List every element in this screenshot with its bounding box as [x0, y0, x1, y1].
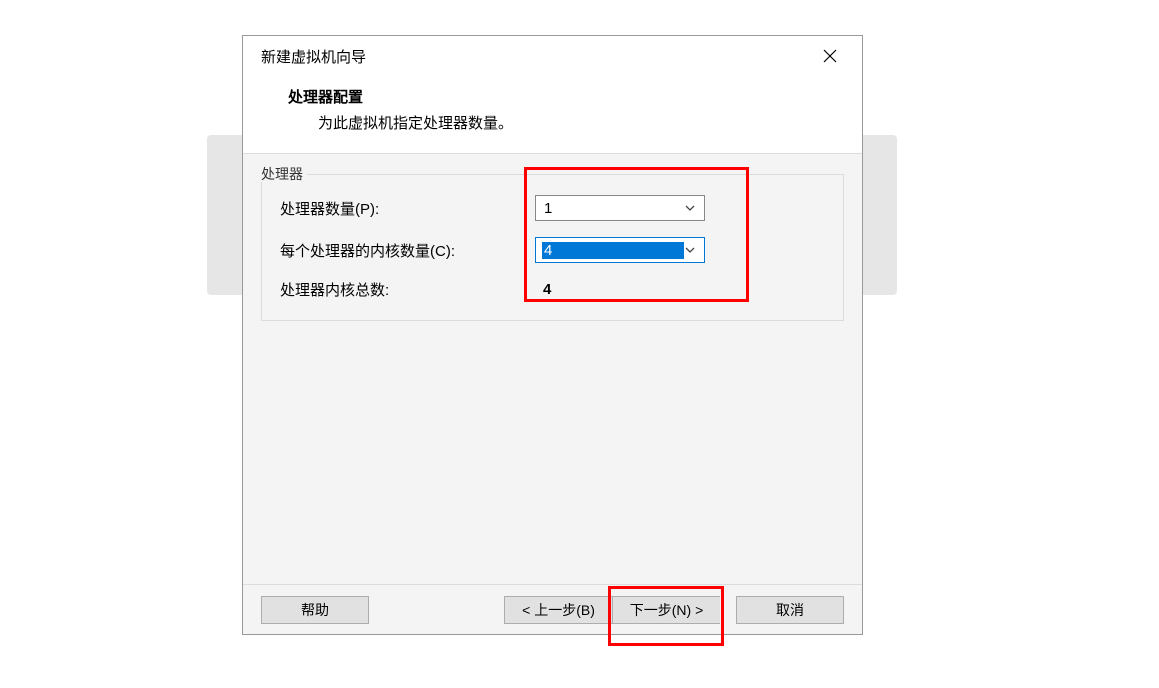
wizard-button-bar: 帮助 < 上一步(B) 下一步(N) > 取消 — [243, 584, 862, 634]
wizard-step-subtitle: 为此虚拟机指定处理器数量。 — [288, 112, 842, 133]
close-icon[interactable] — [810, 36, 850, 76]
dialog-title: 新建虚拟机向导 — [261, 46, 366, 67]
next-button-wrap: 下一步(N) > — [612, 596, 720, 624]
row-processor-count: 处理器数量(P): 1 — [280, 195, 825, 221]
row-total-cores: 处理器内核总数: 4 — [280, 279, 825, 300]
dropdown-cores-per-processor[interactable]: 4 — [535, 237, 705, 263]
fieldset-legend: 处理器 — [257, 166, 307, 182]
label-total-cores: 处理器内核总数: — [280, 279, 535, 300]
row-cores-per-processor: 每个处理器的内核数量(C): 4 — [280, 237, 825, 263]
label-cores-per-processor: 每个处理器的内核数量(C): — [280, 240, 535, 261]
help-button[interactable]: 帮助 — [261, 596, 369, 624]
dropdown-processor-count[interactable]: 1 — [535, 195, 705, 221]
dropdown-value: 1 — [544, 200, 684, 217]
wizard-step-title: 处理器配置 — [288, 86, 842, 107]
nav-button-group: < 上一步(B) 下一步(N) > — [504, 596, 720, 624]
titlebar: 新建虚拟机向导 — [243, 36, 862, 76]
back-button[interactable]: < 上一步(B) — [504, 596, 612, 624]
next-button[interactable]: 下一步(N) > — [612, 596, 720, 624]
value-total-cores: 4 — [535, 281, 551, 298]
chevron-down-icon — [684, 244, 696, 256]
dropdown-value: 4 — [542, 242, 684, 259]
chevron-down-icon — [684, 202, 696, 214]
wizard-content: 处理器 处理器数量(P): 1 每个处理器的内核数量(C): 4 — [243, 153, 862, 584]
wizard-header: 处理器配置 为此虚拟机指定处理器数量。 — [243, 76, 862, 153]
processor-fieldset: 处理器数量(P): 1 每个处理器的内核数量(C): 4 — [261, 174, 844, 321]
label-processor-count: 处理器数量(P): — [280, 198, 535, 219]
wizard-dialog: 新建虚拟机向导 处理器配置 为此虚拟机指定处理器数量。 处理器 处理器数量(P)… — [242, 35, 863, 635]
cancel-button[interactable]: 取消 — [736, 596, 844, 624]
